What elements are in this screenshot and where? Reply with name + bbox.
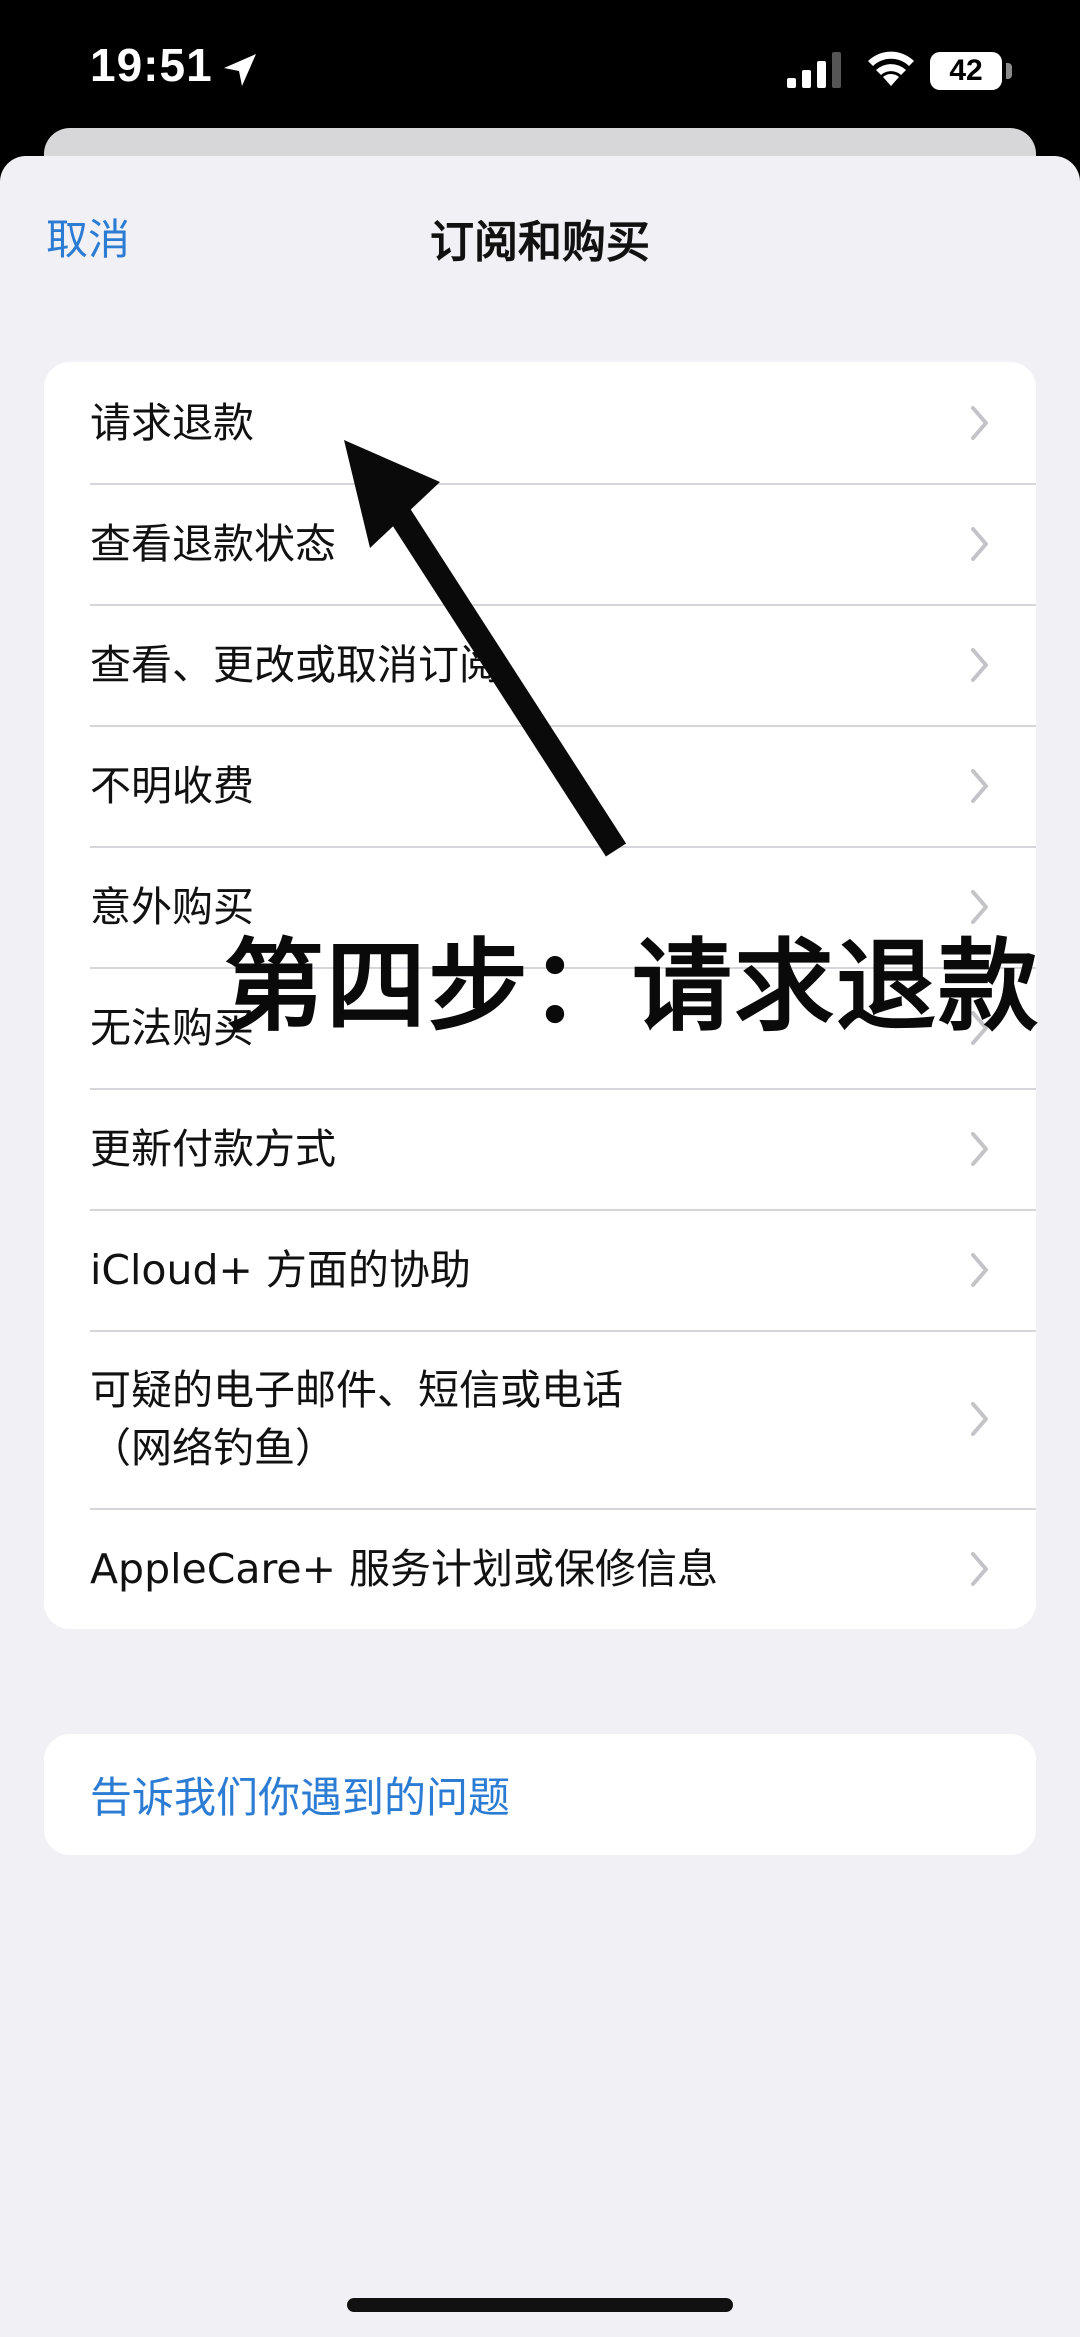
menu-item-update-payment[interactable]: 更新付款方式 xyxy=(44,1088,1036,1209)
status-time: 19:51 xyxy=(90,39,213,91)
chevron-right-icon xyxy=(971,405,988,440)
location-arrow-icon xyxy=(224,54,256,86)
chevron-right-icon xyxy=(971,1402,988,1436)
battery-icon: 42 xyxy=(930,52,1002,90)
chevron-right-icon xyxy=(971,1252,988,1287)
battery-cap xyxy=(1006,63,1012,79)
menu-item-phishing[interactable]: 可疑的电子邮件、短信或电话 （网络钓鱼） xyxy=(44,1330,1036,1508)
menu-item-label: iCloud+ 方面的协助 xyxy=(90,1245,471,1294)
chevron-right-icon xyxy=(971,768,988,803)
chevron-right-icon xyxy=(971,647,988,682)
menu-item-label: 请求退款 xyxy=(90,398,254,447)
menu-item-label: 查看退款状态 xyxy=(90,519,336,568)
battery-level: 42 xyxy=(949,54,983,87)
page-title: 订阅和购买 xyxy=(430,217,650,268)
menu-item-applecare[interactable]: AppleCare+ 服务计划或保修信息 xyxy=(44,1508,1036,1629)
report-problem-group: 告诉我们你遇到的问题 xyxy=(44,1734,1036,1855)
annotation-step-label: 第四步：请求退款 xyxy=(224,928,1040,1045)
menu-item-icloud-help[interactable]: iCloud+ 方面的协助 xyxy=(44,1209,1036,1330)
chevron-right-icon xyxy=(971,1131,988,1166)
report-problem-label: 告诉我们你遇到的问题 xyxy=(90,1773,511,1822)
menu-item-label: 可疑的电子邮件、短信或电话 （网络钓鱼） xyxy=(90,1366,623,1472)
report-problem-link[interactable]: 告诉我们你遇到的问题 xyxy=(44,1734,1036,1855)
wifi-icon xyxy=(868,51,914,86)
cellular-signal-icon xyxy=(787,52,841,88)
menu-item-label: 不明收费 xyxy=(90,761,254,810)
chevron-right-icon xyxy=(971,526,988,561)
home-indicator[interactable] xyxy=(347,2298,733,2312)
menu-item-label: 更新付款方式 xyxy=(90,1124,336,1173)
chevron-right-icon xyxy=(971,1551,988,1586)
menu-item-label: AppleCare+ 服务计划或保修信息 xyxy=(90,1544,719,1593)
annotation-arrow-icon xyxy=(344,440,627,857)
